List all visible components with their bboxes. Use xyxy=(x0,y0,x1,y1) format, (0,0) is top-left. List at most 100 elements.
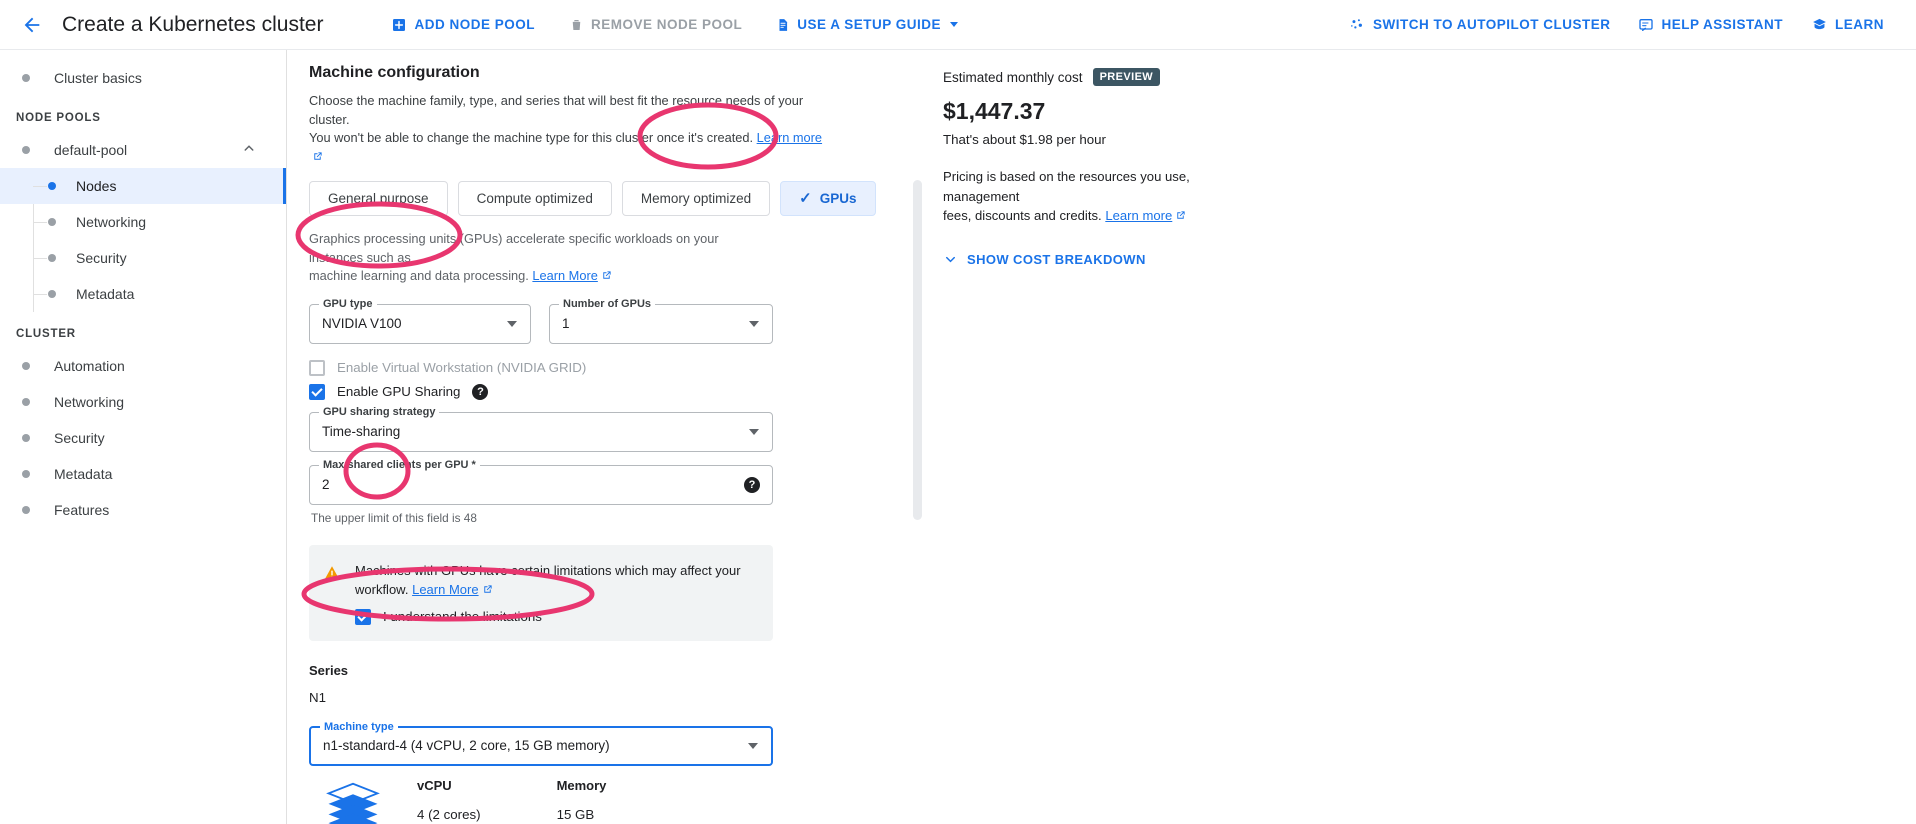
back-button[interactable] xyxy=(10,3,54,47)
bullet-icon xyxy=(48,182,56,190)
remove-node-pool-button[interactable]: REMOVE NODE POOL xyxy=(559,7,752,43)
series-value: N1 xyxy=(309,689,326,705)
external-link-icon xyxy=(483,585,492,594)
bullet-icon xyxy=(22,74,30,82)
machine-type-legend: Machine type xyxy=(320,720,398,733)
show-cost-breakdown-button[interactable]: SHOW COST BREAKDOWN xyxy=(943,252,1363,267)
chevron-down-icon xyxy=(749,320,759,327)
help-circle-icon[interactable]: ? xyxy=(472,383,489,400)
chevron-up-icon[interactable] xyxy=(240,140,258,161)
virtual-workstation-checkbox[interactable] xyxy=(309,359,325,376)
sidebar-item-label: Security xyxy=(76,250,127,266)
check-icon: ✓ xyxy=(799,190,812,208)
switch-autopilot-button[interactable]: SWITCH TO AUTOPILOT CLUSTER xyxy=(1339,7,1621,43)
add-node-pool-button[interactable]: ADD NODE POOL xyxy=(381,7,545,43)
page-header: Create a Kubernetes cluster ADD NODE POO… xyxy=(0,0,1916,50)
section-desc-learn-more-link[interactable]: Learn more xyxy=(757,130,822,145)
page-title: Create a Kubernetes cluster xyxy=(62,12,324,36)
sidebar-item-nodes[interactable]: Nodes xyxy=(0,168,286,204)
sidebar-item-cluster-metadata[interactable]: Metadata xyxy=(0,456,286,492)
cost-note: Pricing is based on the resources you us… xyxy=(943,167,1253,226)
machine-configuration-panel: Machine configuration Choose the machine… xyxy=(288,50,918,824)
section-desc-line1: Choose the machine family, type, and ser… xyxy=(309,93,804,127)
sidebar-item-label: default-pool xyxy=(54,142,128,158)
cost-label: Estimated monthly cost xyxy=(943,69,1083,85)
cost-header: Estimated monthly cost PREVIEW xyxy=(943,68,1363,86)
chevron-down-icon xyxy=(946,256,955,263)
bullet-icon xyxy=(48,218,56,226)
family-gpus-button[interactable]: ✓ GPUs xyxy=(780,181,876,217)
family-general-purpose-button[interactable]: General purpose xyxy=(309,181,448,217)
vcpu-value: 4 (2 cores) xyxy=(417,806,481,822)
sidebar-item-label: Automation xyxy=(54,358,125,374)
gpu-note-line2: machine learning and data processing. xyxy=(309,268,529,284)
cost-learn-more-link[interactable]: Learn more xyxy=(1105,208,1172,223)
bullet-icon xyxy=(48,254,56,262)
sidebar-item-label: Features xyxy=(54,502,110,518)
family-label: Memory optimized xyxy=(640,191,752,207)
understand-limitations-row[interactable]: I understand the limitations xyxy=(355,608,757,625)
understand-limitations-checkbox[interactable] xyxy=(355,608,371,625)
tree-stub xyxy=(33,294,47,295)
memory-column: Memory 15 GB xyxy=(557,778,607,822)
limitations-line2: workflow. xyxy=(355,582,409,598)
sidebar-item-label: Security xyxy=(54,430,105,446)
add-box-icon xyxy=(393,18,406,31)
machine-type-select[interactable]: Machine type n1-standard-4 (4 vCPU, 2 co… xyxy=(309,720,773,766)
limitations-line1: Machines with GPUs have certain limitati… xyxy=(355,562,741,578)
machine-family-toggle-group: General purpose Compute optimized Memory… xyxy=(309,181,918,217)
max-shared-clients-input[interactable]: Max shared clients per GPU * 2 ? xyxy=(309,458,773,505)
gpu-count-value: 1 xyxy=(562,316,570,332)
content-scrollbar[interactable] xyxy=(913,180,922,520)
sidebar-item-pool-metadata[interactable]: Metadata xyxy=(0,276,286,312)
help-chat-icon xyxy=(1639,18,1654,31)
sidebar-item-cluster-basics[interactable]: Cluster basics xyxy=(0,60,286,96)
sidebar-item-cluster-security[interactable]: Security xyxy=(0,420,286,456)
chevron-down-icon xyxy=(748,742,758,749)
gpu-sharing-label: Enable GPU Sharing xyxy=(337,384,461,400)
gpu-count-select[interactable]: Number of GPUs 1 xyxy=(549,297,773,344)
limitations-learn-more-link[interactable]: Learn More xyxy=(412,582,478,597)
help-assistant-button[interactable]: HELP ASSISTANT xyxy=(1628,7,1793,43)
header-action-group: ADD NODE POOL REMOVE NODE POOL USE A SET… xyxy=(381,7,982,43)
memory-header: Memory xyxy=(556,777,607,793)
external-link-icon xyxy=(314,152,322,160)
bullet-icon xyxy=(22,434,30,442)
preview-badge: PREVIEW xyxy=(1092,68,1161,86)
family-label: Compute optimized xyxy=(476,191,593,207)
virtual-workstation-label: Enable Virtual Workstation (NVIDIA GRID) xyxy=(337,360,587,376)
learn-book-icon xyxy=(1813,18,1826,30)
sidebar-item-pool-networking[interactable]: Networking xyxy=(0,204,286,240)
help-circle-icon[interactable]: ? xyxy=(744,476,760,493)
chevron-down-icon xyxy=(507,320,517,327)
virtual-workstation-checkbox-row[interactable]: Enable Virtual Workstation (NVIDIA GRID) xyxy=(309,359,918,376)
learn-button[interactable]: LEARN xyxy=(1801,7,1894,43)
max-clients-legend: Max shared clients per GPU * xyxy=(319,458,480,471)
sidebar-item-cluster-networking[interactable]: Networking xyxy=(0,384,286,420)
bullet-icon xyxy=(22,470,30,478)
gpu-learn-more-link[interactable]: Learn More xyxy=(532,268,597,283)
gpu-sharing-checkbox[interactable] xyxy=(309,383,325,400)
gpu-count-legend: Number of GPUs xyxy=(559,297,656,310)
gpu-sharing-strategy-select[interactable]: GPU sharing strategy Time-sharing xyxy=(309,405,773,452)
tree-stub xyxy=(33,258,47,259)
gpu-description: Graphics processing units (GPUs) acceler… xyxy=(309,230,754,286)
gpu-limitations-banner: Machines with GPUs have certain limitati… xyxy=(309,544,773,641)
section-title: Machine configuration xyxy=(309,64,480,81)
sidebar-item-automation[interactable]: Automation xyxy=(0,348,286,384)
sidebar-item-features[interactable]: Features xyxy=(0,492,286,528)
family-compute-optimized-button[interactable]: Compute optimized xyxy=(457,181,612,217)
sidebar-item-default-pool[interactable]: default-pool xyxy=(0,132,286,168)
help-assistant-label: HELP ASSISTANT xyxy=(1661,17,1783,32)
gpu-type-legend: GPU type xyxy=(319,297,377,310)
series-label: Series xyxy=(309,662,349,678)
vcpu-header: vCPU xyxy=(417,777,452,793)
gpu-sharing-checkbox-row[interactable]: Enable GPU Sharing ? xyxy=(309,383,918,400)
family-memory-optimized-button[interactable]: Memory optimized xyxy=(621,181,771,217)
create-cluster-page: Create a Kubernetes cluster ADD NODE POO… xyxy=(0,0,1916,824)
gpu-type-select[interactable]: GPU type NVIDIA V100 xyxy=(309,297,531,344)
use-setup-guide-button[interactable]: USE A SETUP GUIDE xyxy=(766,7,968,43)
sidebar-item-pool-security[interactable]: Security xyxy=(0,240,286,276)
memory-value: 15 GB xyxy=(556,806,595,822)
learn-label: LEARN xyxy=(1835,17,1884,32)
